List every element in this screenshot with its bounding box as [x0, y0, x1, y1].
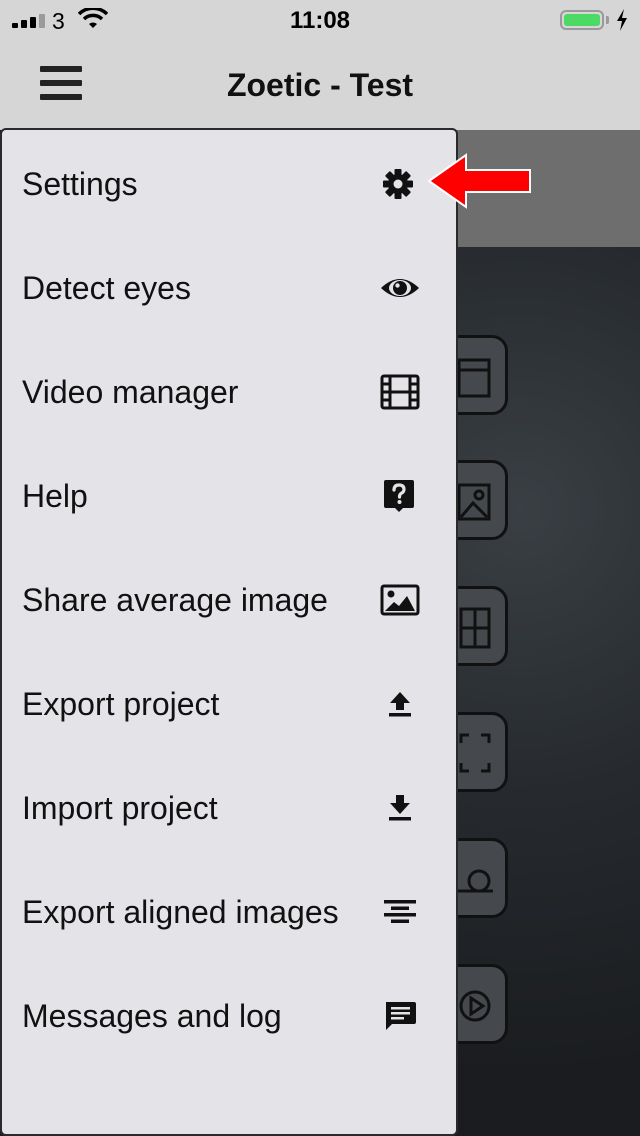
align-center-icon [380, 894, 420, 930]
status-time: 11:08 [289, 7, 351, 34]
image-icon [380, 582, 420, 618]
message-icon [380, 998, 420, 1034]
menu-item-detect-eyes[interactable]: Detect eyes [2, 236, 458, 340]
download-icon [380, 790, 420, 826]
charging-icon [616, 9, 628, 37]
menu-item-label: Settings [22, 166, 138, 202]
annotation-arrow [426, 152, 534, 215]
menu-item-help[interactable]: Help [2, 444, 458, 548]
menu-item-import-project[interactable]: Import project [2, 756, 458, 860]
gear-icon [380, 166, 420, 202]
side-menu: Settings Detect eyes Video manager Help … [0, 128, 458, 1136]
upload-icon [380, 686, 420, 722]
film-icon [380, 374, 420, 410]
menu-item-label: Help [22, 478, 88, 514]
page-title: Zoetic - Test [226, 67, 414, 103]
menu-item-video-manager[interactable]: Video manager [2, 340, 458, 444]
nav-bar: Zoetic - Test [0, 40, 640, 130]
menu-item-export-aligned-images[interactable]: Export aligned images [2, 860, 458, 964]
status-bar: 3 11:08 [0, 0, 640, 40]
menu-item-label: Detect eyes [22, 270, 191, 306]
menu-item-settings[interactable]: Settings [2, 132, 458, 236]
menu-item-share-average-image[interactable]: Share average image [2, 548, 458, 652]
menu-item-messages-and-log[interactable]: Messages and log [2, 964, 458, 1068]
eye-icon [380, 270, 420, 306]
menu-item-label: Share average image [22, 582, 328, 618]
battery-icon [560, 10, 604, 30]
menu-item-label: Messages and log [22, 998, 282, 1034]
help-icon [380, 478, 420, 514]
battery-tip [606, 16, 609, 24]
menu-item-label: Video manager [22, 374, 239, 410]
menu-item-label: Import project [22, 790, 218, 826]
menu-item-label: Export aligned images [22, 894, 339, 930]
menu-item-export-project[interactable]: Export project [2, 652, 458, 756]
menu-item-label: Export project [22, 686, 220, 722]
